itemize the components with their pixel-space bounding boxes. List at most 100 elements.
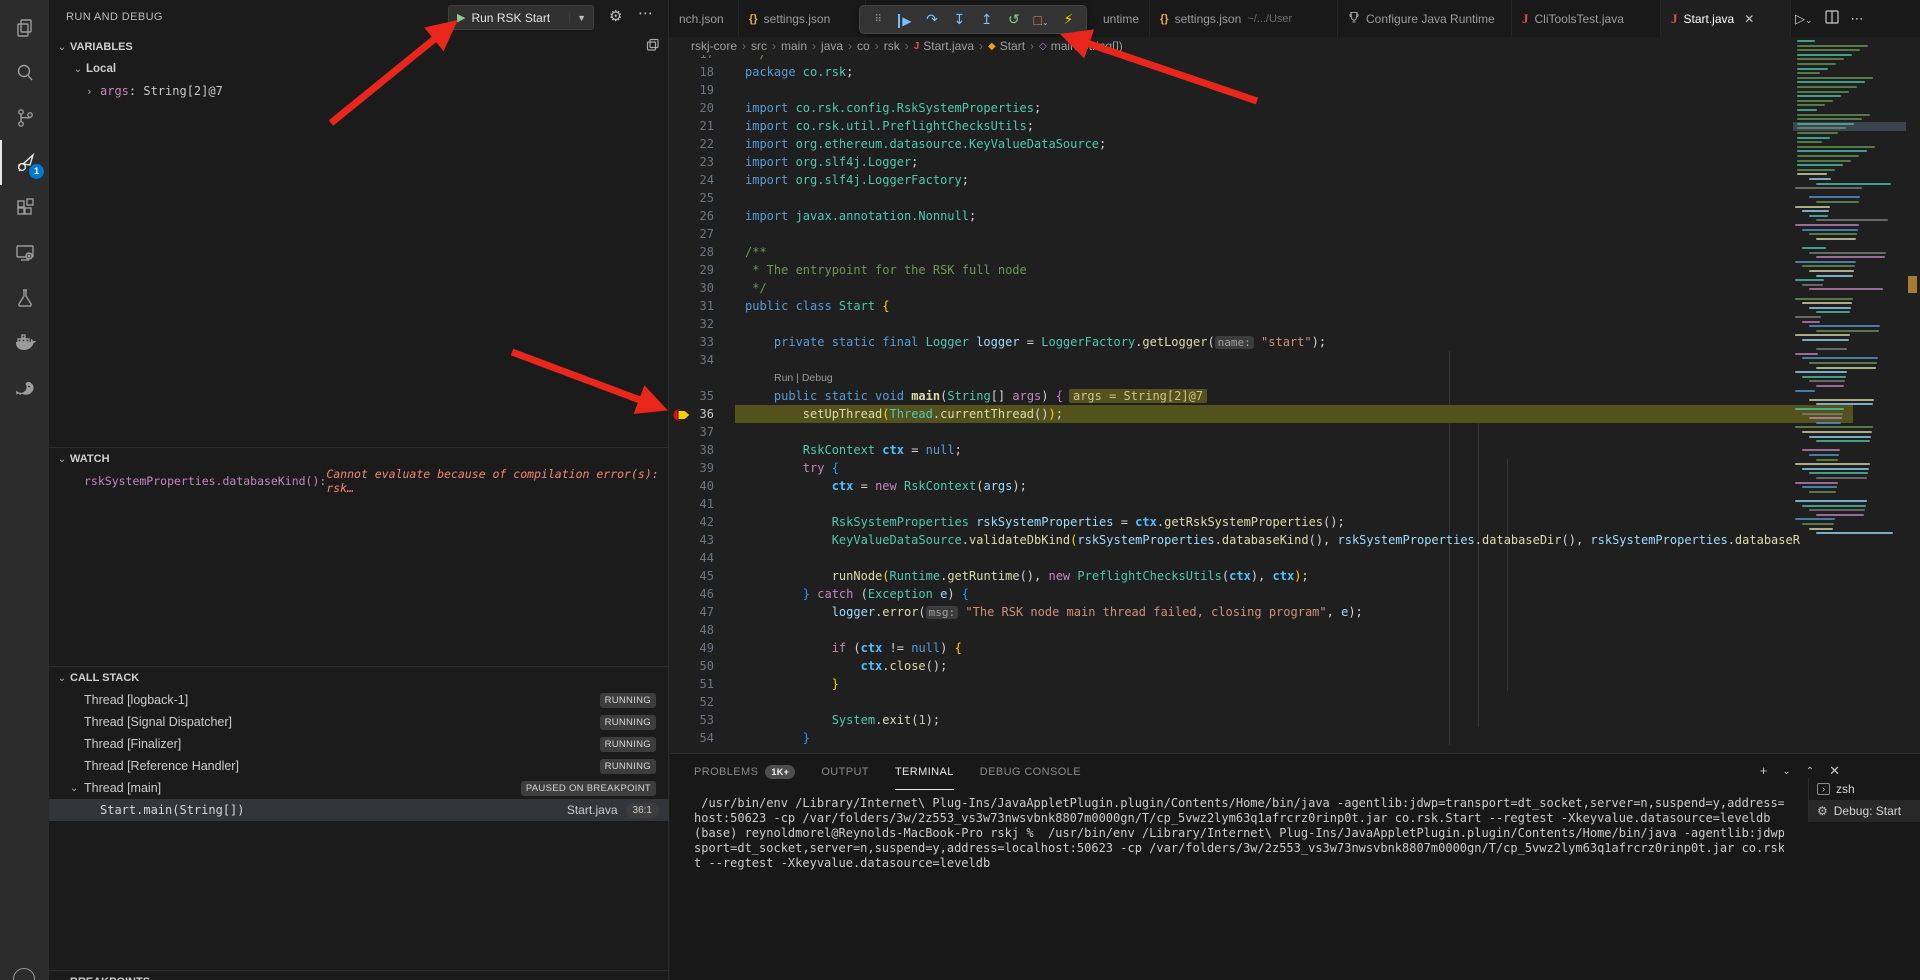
run-and-debug-icon[interactable]: 1 xyxy=(0,140,49,185)
minimap[interactable] xyxy=(1793,40,1906,585)
line-number[interactable]: 52 xyxy=(669,693,714,711)
line-number[interactable]: 49 xyxy=(669,639,714,657)
line-number[interactable]: 28 xyxy=(669,243,714,261)
breadcrumb-item[interactable]: rskj-core xyxy=(691,39,737,53)
step-out-icon[interactable]: ↥ xyxy=(973,11,1000,28)
variables-scope-local[interactable]: ⌄ Local xyxy=(49,58,669,80)
line-number[interactable]: 17 xyxy=(669,55,714,63)
code-line-47[interactable]: 47 logger.error(msg: "The RSK node main … xyxy=(669,603,1920,621)
code-line-50[interactable]: 50 ctx.close(); xyxy=(669,657,1920,675)
terminal-dropdown-icon[interactable]: ⌄ xyxy=(1782,763,1790,779)
code-line-27[interactable]: 27 xyxy=(669,225,1920,243)
run-config-dropdown[interactable]: ▶ Run RSK Start ▼ xyxy=(448,5,594,30)
terminal-item-zsh[interactable]: ›zsh xyxy=(1809,778,1920,800)
code-line-37[interactable]: 37 xyxy=(669,423,1920,441)
line-number[interactable]: 33 xyxy=(669,333,714,351)
line-number[interactable]: 43 xyxy=(669,531,714,549)
code-line-49[interactable]: 49 if (ctx != null) { xyxy=(669,639,1920,657)
code-line-42[interactable]: 42 RskSystemProperties rskSystemProperti… xyxy=(669,513,1920,531)
tab-settings-json[interactable]: {}settings.json~/.../User xyxy=(1150,0,1338,37)
panel-tab-output[interactable]: OUTPUT xyxy=(821,754,869,790)
step-over-icon[interactable]: ↷ xyxy=(919,11,946,28)
account-icon[interactable] xyxy=(13,968,35,980)
line-number[interactable]: 31 xyxy=(669,297,714,315)
code-line-35[interactable]: 35 public static void main(String[] args… xyxy=(669,387,1920,405)
code-line-17[interactable]: 17 */ xyxy=(669,55,1920,63)
line-number[interactable]: 27 xyxy=(669,225,714,243)
code-line-28[interactable]: 28/** xyxy=(669,243,1920,261)
chevron-down-icon[interactable]: ▼ xyxy=(569,13,593,23)
run-file-button[interactable]: ▷⌄ xyxy=(1795,11,1813,27)
breadcrumb-item[interactable]: src xyxy=(751,39,767,53)
line-number[interactable]: 54 xyxy=(669,729,714,747)
call-stack-thread[interactable]: ⌄Thread [main]PAUSED ON BREAKPOINT xyxy=(49,777,669,799)
continue-icon[interactable]: ▶ xyxy=(891,12,918,28)
gear-icon[interactable]: ⚙ xyxy=(609,7,622,25)
panel-tab-terminal[interactable]: TERMINAL xyxy=(895,754,954,790)
line-number[interactable]: 34 xyxy=(669,351,714,369)
remote-explorer-icon[interactable] xyxy=(0,230,49,275)
more-actions-icon[interactable]: ⋯ xyxy=(1851,11,1864,27)
call-stack-thread[interactable]: Thread [logback-1]RUNNING xyxy=(49,689,669,711)
code-line-26[interactable]: 26import javax.annotation.Nonnull; xyxy=(669,207,1920,225)
code-line-44[interactable]: 44 xyxy=(669,549,1920,567)
tab-settings-json[interactable]: {}settings.json xyxy=(739,0,866,37)
code-line-33[interactable]: 33 private static final Logger logger = … xyxy=(669,333,1920,351)
line-number[interactable]: 22 xyxy=(669,135,714,153)
code-line-38[interactable]: 38 RskContext ctx = null; xyxy=(669,441,1920,459)
code-editor[interactable]: 17 */18package co.rsk;1920import co.rsk.… xyxy=(669,55,1920,753)
code-line-22[interactable]: 22import org.ethereum.datasource.KeyValu… xyxy=(669,135,1920,153)
line-number[interactable]: 25 xyxy=(669,189,714,207)
line-number[interactable]: 19 xyxy=(669,81,714,99)
line-number[interactable]: 44 xyxy=(669,549,714,567)
tab-clitoolstest-java[interactable]: JCliToolsTest.java xyxy=(1512,0,1661,37)
line-number[interactable]: 32 xyxy=(669,315,714,333)
line-number[interactable]: 23 xyxy=(669,153,714,171)
search-icon[interactable] xyxy=(0,50,49,95)
breadcrumb-item[interactable]: ◇main(String[]) xyxy=(1039,39,1123,53)
maximize-panel-icon[interactable]: ⌃ xyxy=(1806,763,1814,779)
line-number[interactable]: 21 xyxy=(669,117,714,135)
call-stack-thread[interactable]: Thread [Signal Dispatcher]RUNNING xyxy=(49,711,669,733)
line-number[interactable]: 45 xyxy=(669,567,714,585)
code-line-25[interactable]: 25 xyxy=(669,189,1920,207)
line-number[interactable]: 40 xyxy=(669,477,714,495)
minimap-slider[interactable] xyxy=(1793,122,1906,131)
breakpoint-paused-icon[interactable] xyxy=(672,408,694,422)
call-stack-thread[interactable]: Thread [Finalizer]RUNNING xyxy=(49,733,669,755)
line-number[interactable]: 20 xyxy=(669,99,714,117)
code-line-46[interactable]: 46 } catch (Exception e) { xyxy=(669,585,1920,603)
line-number[interactable]: 53 xyxy=(669,711,714,729)
code-line-32[interactable]: 32 xyxy=(669,315,1920,333)
variable-args[interactable]: › args : String[2]@7 xyxy=(49,80,669,102)
line-number[interactable]: 41 xyxy=(669,495,714,513)
code-line-43[interactable]: 43 KeyValueDataSource.validateDbKind(rsk… xyxy=(669,531,1920,549)
line-number[interactable]: 48 xyxy=(669,621,714,639)
restart-icon[interactable]: ↺ xyxy=(1000,11,1027,28)
code-line-19[interactable]: 19 xyxy=(669,81,1920,99)
code-line-45[interactable]: 45 runNode(Runtime.getRuntime(), new Pre… xyxy=(669,567,1920,585)
code-line-34[interactable]: 34 xyxy=(669,351,1920,369)
split-editor-icon[interactable] xyxy=(1825,10,1839,27)
line-number[interactable]: 29 xyxy=(669,261,714,279)
explorer-icon[interactable] xyxy=(0,5,49,50)
code-line-41[interactable]: 41 xyxy=(669,495,1920,513)
code-line-51[interactable]: 51 } xyxy=(669,675,1920,693)
line-number[interactable]: 42 xyxy=(669,513,714,531)
step-into-icon[interactable]: ↧ xyxy=(946,11,973,28)
code-line-31[interactable]: 31public class Start { xyxy=(669,297,1920,315)
line-number[interactable]: 35 xyxy=(669,387,714,405)
docker-icon[interactable] xyxy=(0,320,49,365)
tab-nch-json[interactable]: nch.json xyxy=(669,0,739,37)
breadcrumb-item[interactable]: ◆Start xyxy=(988,39,1025,53)
stop-icon[interactable]: □⌄ xyxy=(1028,12,1055,28)
line-number[interactable]: 51 xyxy=(669,675,714,693)
line-number[interactable]: 18 xyxy=(669,63,714,81)
hot-code-replace-icon[interactable]: ⚡ xyxy=(1055,11,1082,28)
panel-tab-problems[interactable]: PROBLEMS1K+ xyxy=(694,754,795,790)
gradle-icon[interactable] xyxy=(0,365,49,410)
new-terminal-icon[interactable]: + xyxy=(1760,763,1768,779)
code-line-23[interactable]: 23import org.slf4j.Logger; xyxy=(669,153,1920,171)
breadcrumb-item[interactable]: main xyxy=(781,39,807,53)
code-line-40[interactable]: 40 ctx = new RskContext(args); xyxy=(669,477,1920,495)
